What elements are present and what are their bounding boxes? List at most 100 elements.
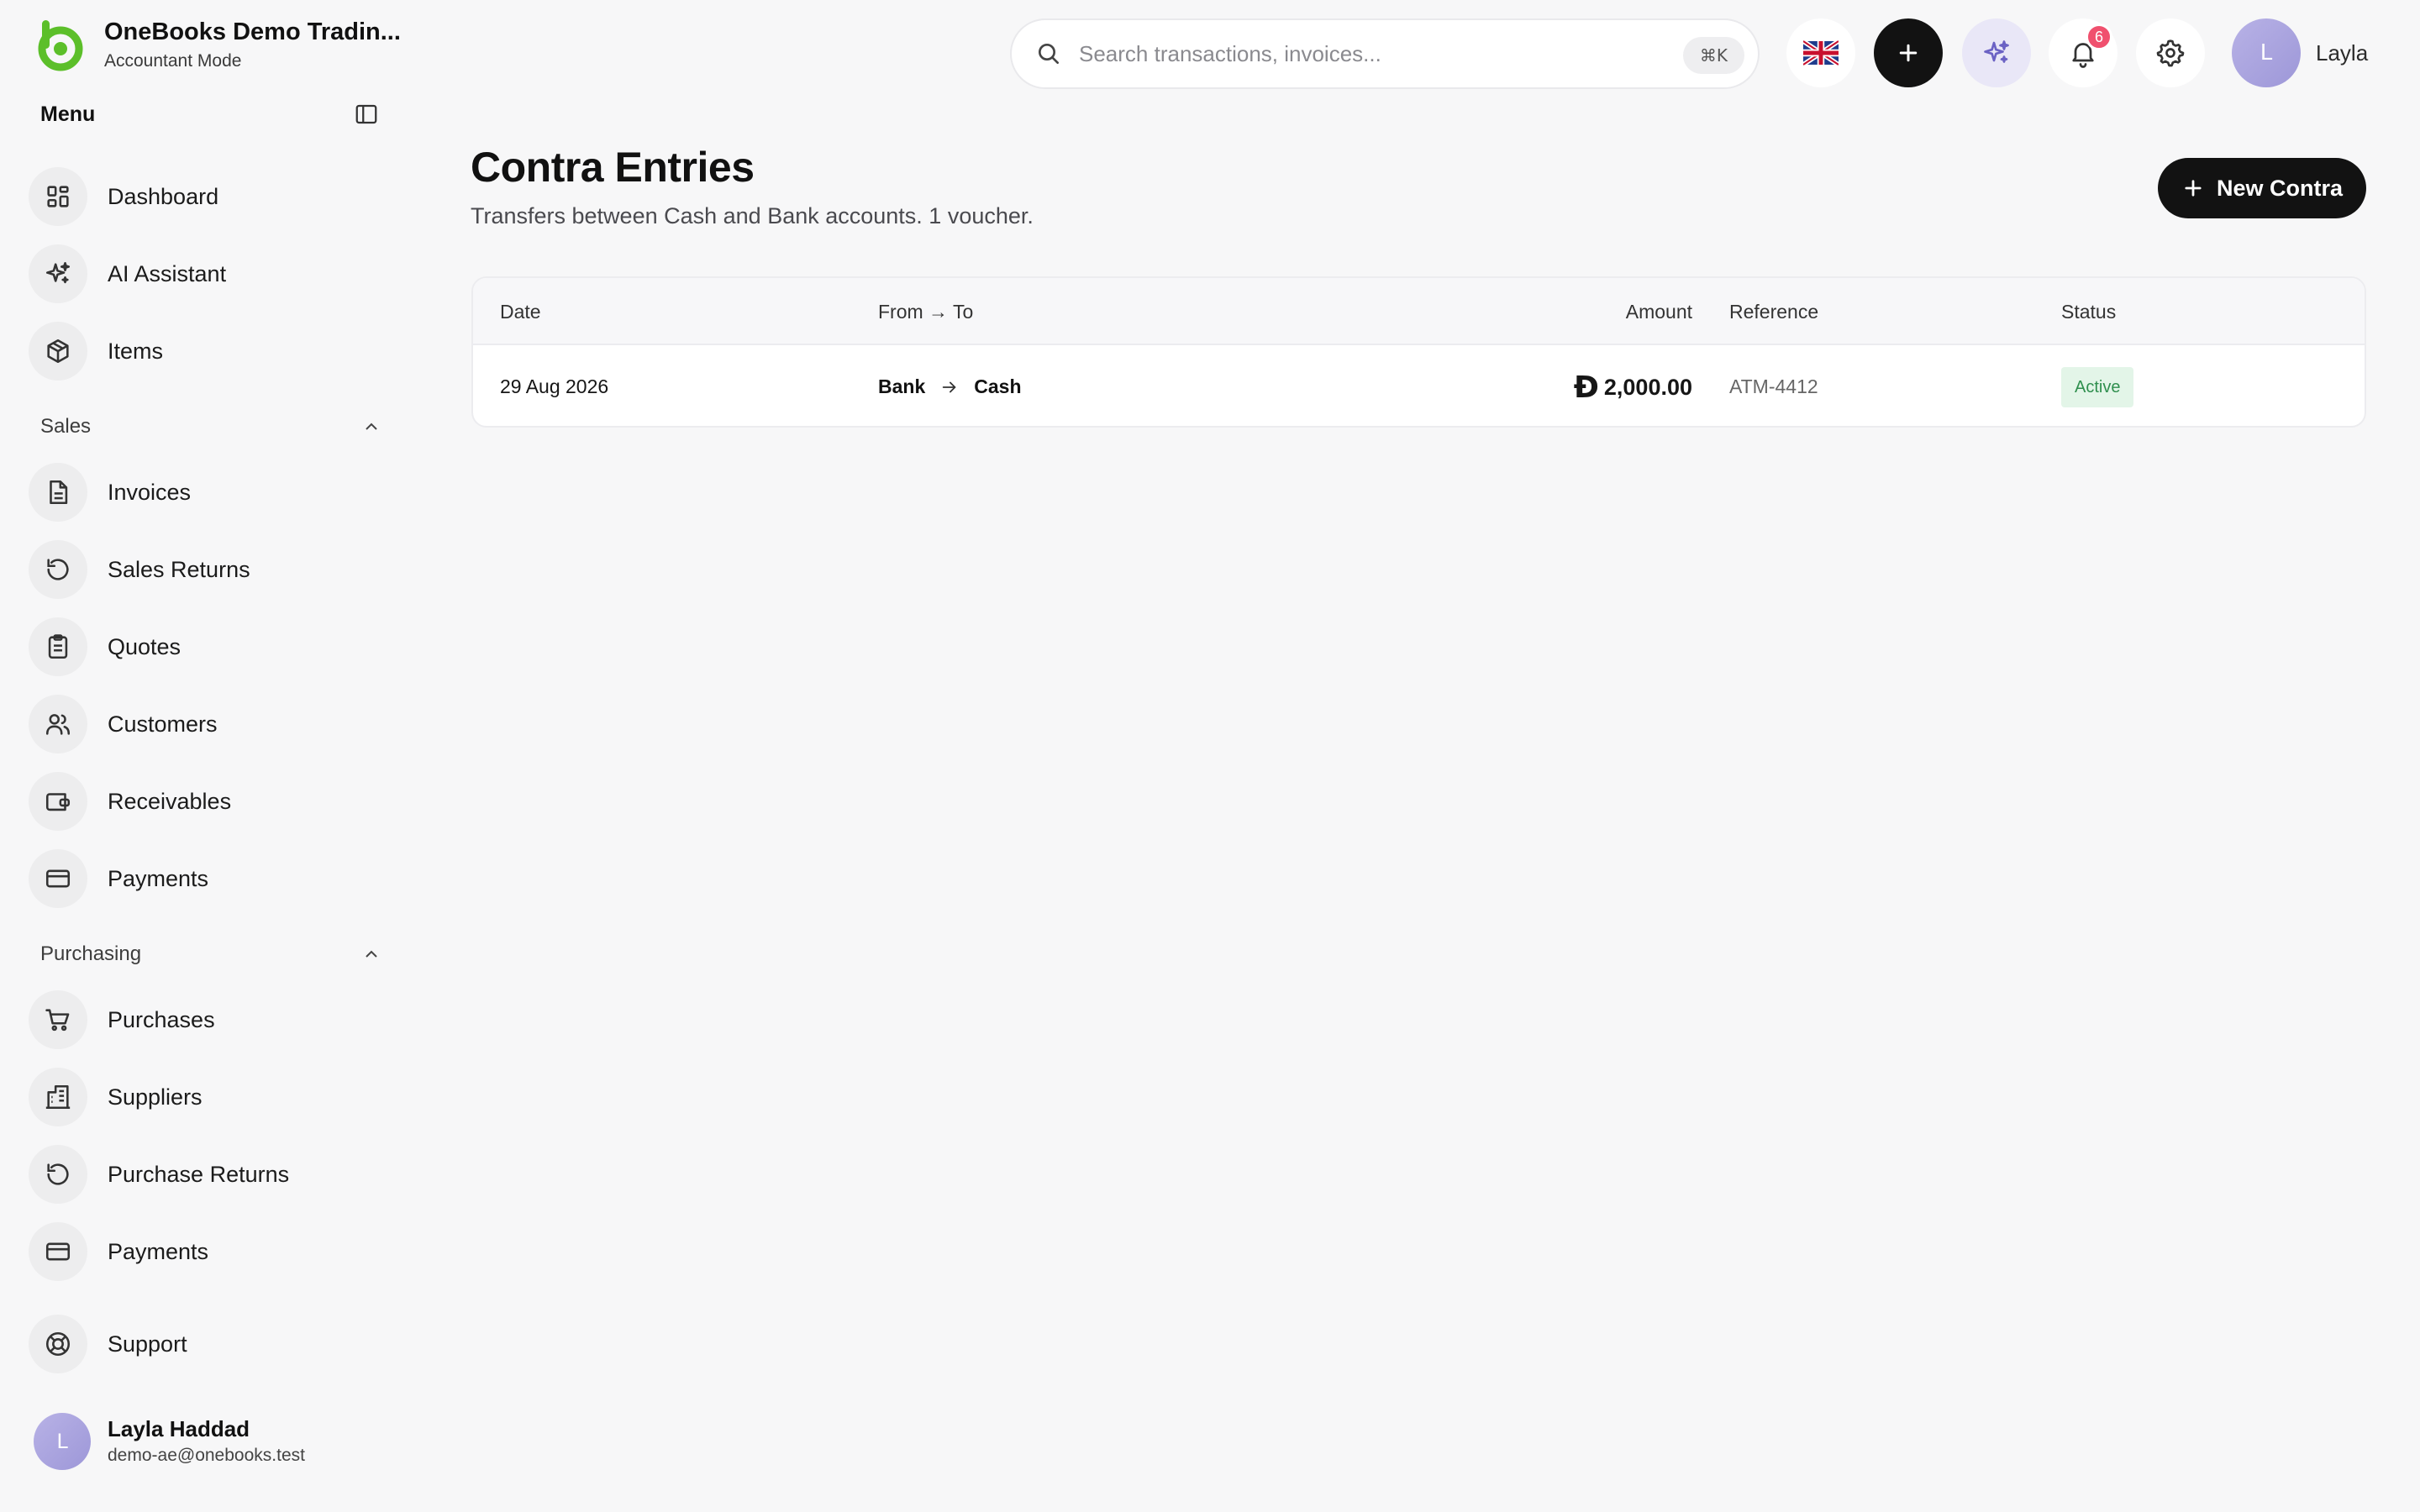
sidebar-item-label: Receivables (108, 788, 232, 814)
notification-count-badge: 6 (2086, 24, 2112, 50)
section-header-purchasing[interactable]: Purchasing (40, 942, 381, 966)
brand[interactable]: OneBooks Demo Tradin... Accountant Mode (32, 17, 401, 74)
section-title: Purchasing (40, 942, 142, 965)
new-contra-button[interactable]: New Contra (2158, 158, 2366, 218)
search-input[interactable] (1079, 40, 1667, 67)
sidebar: OneBooks Demo Tradin... Accountant Mode … (0, 0, 403, 1512)
life-buoy-icon (45, 1331, 71, 1357)
sidebar-item-purchase-returns[interactable]: Purchase Returns (29, 1141, 381, 1208)
building-icon (45, 1084, 71, 1110)
sidebar-item-dashboard[interactable]: Dashboard (29, 163, 381, 230)
column-header-status[interactable]: Status (2061, 301, 2116, 323)
plus-icon (2185, 180, 2202, 197)
sidebar-item-label: AI Assistant (108, 260, 227, 286)
search-shortcut-badge: ⌘K (1682, 37, 1744, 74)
box-icon (47, 339, 69, 364)
column-header-reference[interactable]: Reference (1729, 301, 1818, 323)
chevron-up-icon (366, 950, 377, 958)
search-icon (1039, 44, 1059, 64)
cell-amount: Ð 2,000.00 (1574, 370, 1692, 405)
sidebar-item-payments-purchasing[interactable]: Payments (29, 1218, 381, 1285)
table-row[interactable]: 29 Aug 2026 Bank Cash Ð 2,000.00 ATM-441… (473, 345, 2365, 426)
company-name: OneBooks Demo Tradin... (104, 18, 401, 45)
sidebar-item-label: Suppliers (108, 1084, 203, 1110)
user-card[interactable]: L Layla Haddad demo-ae@onebooks.test (34, 1413, 305, 1470)
ai-assistant-button[interactable] (1962, 18, 2031, 87)
credit-card-icon (45, 1242, 71, 1261)
page-subtitle: Transfers between Cash and Bank accounts… (471, 203, 1034, 228)
profile-name: Layla (2316, 39, 2369, 66)
sidebar-item-customers[interactable]: Customers (29, 690, 381, 758)
sparkles-icon (1984, 40, 2009, 63)
sidebar-collapse-button[interactable] (351, 99, 381, 129)
settings-button[interactable] (2136, 18, 2205, 87)
sidebar-item-receivables[interactable]: Receivables (29, 768, 381, 835)
sidebar-item-suppliers[interactable]: Suppliers (29, 1063, 381, 1131)
rotate-ccw-icon (47, 1163, 69, 1185)
section-header-sales[interactable]: Sales (40, 415, 381, 438)
sidebar-item-label: Quotes (108, 633, 182, 659)
mode-label: Accountant Mode (104, 51, 242, 71)
avatar: L (34, 1413, 91, 1470)
sidebar-item-label: Purchase Returns (108, 1161, 290, 1187)
sidebar-item-payments-sales[interactable]: Payments (29, 845, 381, 912)
sidebar-item-support[interactable]: Support (29, 1310, 381, 1378)
sidebar-item-purchases[interactable]: Purchases (29, 986, 381, 1053)
chevron-up-icon (366, 423, 377, 430)
sidebar-item-invoices[interactable]: Invoices (29, 459, 381, 526)
gear-icon (2156, 39, 2185, 67)
currency-symbol: Ð (1573, 370, 1599, 405)
page-title: Contra Entries (471, 144, 755, 191)
sidebar-item-label: Payments (108, 865, 209, 891)
sidebar-item-ai-assistant[interactable]: AI Assistant (29, 240, 381, 307)
global-search[interactable]: ⌘K (1010, 18, 1760, 89)
column-header-from-to[interactable]: From → To (878, 301, 973, 323)
sidebar-item-sales-returns[interactable]: Sales Returns (29, 536, 381, 603)
notifications-button[interactable]: 6 (2049, 18, 2118, 87)
sidebar-item-label: Customers (108, 711, 218, 737)
brand-text: OneBooks Demo Tradin... Accountant Mode (104, 17, 401, 74)
menu-title: Menu (40, 102, 96, 126)
onebooks-logo-icon (38, 20, 83, 71)
sidebar-item-label: Dashboard (108, 183, 219, 209)
user-name: Layla Haddad (108, 1416, 250, 1441)
file-icon (50, 480, 68, 505)
sidebar-item-label: Purchases (108, 1006, 215, 1032)
user-info: Layla Haddad demo-ae@onebooks.test (108, 1415, 305, 1468)
clipboard-icon (48, 634, 68, 659)
to-account: Cash (974, 375, 1022, 397)
new-contra-label: New Contra (2216, 175, 2344, 201)
column-header-date[interactable]: Date (500, 301, 541, 323)
sidebar-item-quotes[interactable]: Quotes (29, 613, 381, 680)
cell-from-to: Bank Cash (878, 375, 1022, 398)
profile-menu[interactable]: L Layla (2232, 18, 2368, 87)
credit-card-icon (45, 869, 71, 888)
cart-icon (45, 1009, 70, 1032)
users-icon (45, 714, 71, 735)
status-badge: Active (2061, 367, 2134, 407)
sidebar-item-label: Payments (108, 1238, 209, 1264)
contra-entries-table: Date From → To Amount Reference Status 2… (471, 276, 2366, 428)
sidebar-item-label: Invoices (108, 479, 192, 505)
sparkles-icon (45, 261, 71, 284)
cell-reference: ATM-4412 (1729, 375, 1818, 397)
rotate-ccw-icon (47, 559, 69, 580)
from-account: Bank (878, 375, 926, 397)
amount-value: 2,000.00 (1603, 375, 1692, 400)
uk-flag-icon (1803, 40, 1839, 66)
avatar: L (2232, 18, 2301, 87)
table-header: Date From → To Amount Reference Status (473, 278, 2365, 345)
wallet-icon (45, 793, 71, 811)
section-title: Sales (40, 415, 92, 438)
user-email: demo-ae@onebooks.test (108, 1446, 305, 1465)
sidebar-item-label: Sales Returns (108, 556, 250, 582)
cell-date: 29 Aug 2026 (500, 375, 609, 397)
language-button[interactable] (1786, 18, 1855, 87)
sidebar-item-items[interactable]: Items (29, 318, 381, 385)
sidebar-item-label: Items (108, 338, 164, 364)
quick-create-button[interactable] (1874, 18, 1943, 87)
panel-left-icon (355, 104, 377, 124)
column-header-amount[interactable]: Amount (1626, 301, 1692, 323)
menu-header: Menu (40, 99, 381, 129)
arrow-right-icon (943, 381, 956, 392)
